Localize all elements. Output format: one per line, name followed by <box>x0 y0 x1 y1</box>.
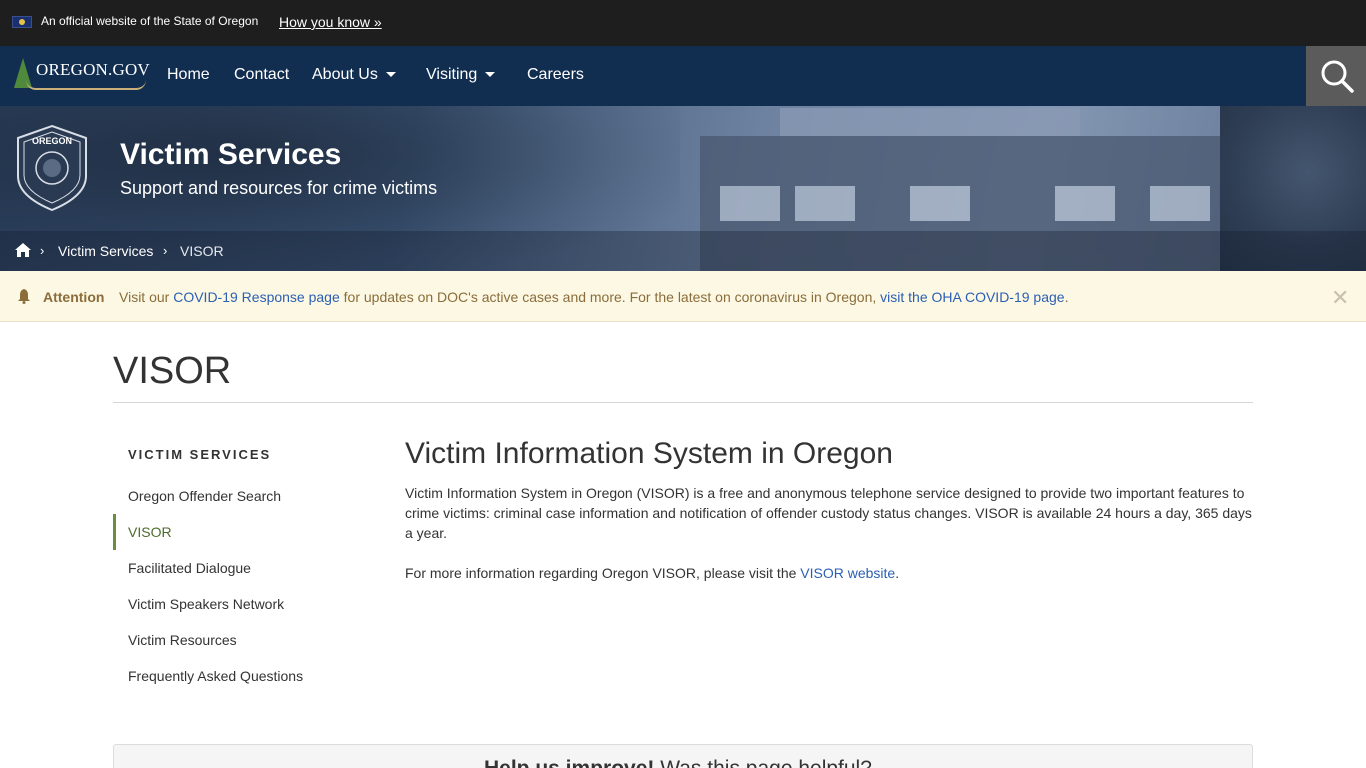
official-banner: An official website of the State of Oreg… <box>0 0 1366 46</box>
how-you-know-link[interactable]: How you know » <box>279 14 382 30</box>
logo-swoosh <box>26 80 146 90</box>
oregon-flag-icon <box>12 16 32 28</box>
sidebar-item-victim-speakers-network[interactable]: Victim Speakers Network <box>128 596 284 612</box>
hero-banner: OREGON Victim Services Support and resou… <box>0 106 1366 271</box>
nav-contact[interactable]: Contact <box>234 66 289 84</box>
main-navigation: OREGON.GOV Home Contact About Us Visitin… <box>0 46 1366 106</box>
site-subtitle: Support and resources for crime victims <box>120 178 438 198</box>
breadcrumb-current: VISOR <box>180 243 224 259</box>
chevron-right-icon: › <box>40 243 45 258</box>
active-indicator <box>113 514 116 550</box>
site-title: Victim Services <box>120 138 342 171</box>
divider <box>113 402 1253 403</box>
oregon-gov-logo[interactable]: OREGON.GOV <box>10 56 150 96</box>
nav-home[interactable]: Home <box>167 66 210 84</box>
alert-message: Visit our COVID-19 Response page for upd… <box>119 289 1069 305</box>
search-button[interactable] <box>1306 46 1366 106</box>
logo-text: OREGON.GOV <box>36 60 150 79</box>
bell-icon <box>18 289 30 304</box>
alert-label: Attention <box>43 289 105 305</box>
breadcrumb: › Victim Services › VISOR <box>0 231 1366 271</box>
nav-about-us-label: About Us <box>312 66 378 83</box>
sidebar-item-facilitated-dialogue[interactable]: Facilitated Dialogue <box>128 560 251 576</box>
page-title: VISOR <box>113 350 232 392</box>
home-icon[interactable] <box>14 242 32 258</box>
sidebar-item-faq[interactable]: Frequently Asked Questions <box>128 668 303 684</box>
sidebar-item-victim-resources[interactable]: Victim Resources <box>128 632 237 648</box>
content-title: Victim Information System in Oregon <box>405 437 893 470</box>
oha-covid-link[interactable]: visit the OHA COVID-19 page <box>880 289 1064 305</box>
chevron-right-icon: › <box>163 243 168 258</box>
close-icon[interactable]: ✕ <box>1331 285 1349 311</box>
nav-careers[interactable]: Careers <box>527 66 584 84</box>
doc-seal-icon: OREGON <box>17 124 87 212</box>
nav-visiting-label: Visiting <box>426 66 478 83</box>
covid-response-link[interactable]: COVID-19 Response page <box>173 289 340 305</box>
chevron-down-icon <box>385 72 396 78</box>
breadcrumb-victim-services[interactable]: Victim Services <box>58 243 153 259</box>
content-paragraph: Victim Information System in Oregon (VIS… <box>405 485 1252 541</box>
nav-visiting[interactable]: Visiting <box>426 66 496 84</box>
official-banner-text: An official website of the State of Oreg… <box>41 14 259 28</box>
visor-website-link[interactable]: VISOR website <box>800 565 895 581</box>
nav-about-us[interactable]: About Us <box>312 66 396 84</box>
feedback-panel: Help us improve! Was this page helpful? <box>113 744 1253 768</box>
sidebar-item-visor[interactable]: VISOR <box>128 524 172 540</box>
seal-text: OREGON <box>32 136 72 146</box>
content-paragraph-more-info: For more information regarding Oregon VI… <box>405 565 900 581</box>
attention-alert: Attention Visit our COVID-19 Response pa… <box>0 271 1366 322</box>
search-icon <box>1321 60 1354 93</box>
sidebar-item-oregon-offender-search[interactable]: Oregon Offender Search <box>128 488 281 504</box>
chevron-down-icon <box>485 72 496 78</box>
sidebar-heading: VICTIM SERVICES <box>128 447 272 462</box>
feedback-prompt: Help us improve! Was this page helpful? <box>484 757 872 768</box>
